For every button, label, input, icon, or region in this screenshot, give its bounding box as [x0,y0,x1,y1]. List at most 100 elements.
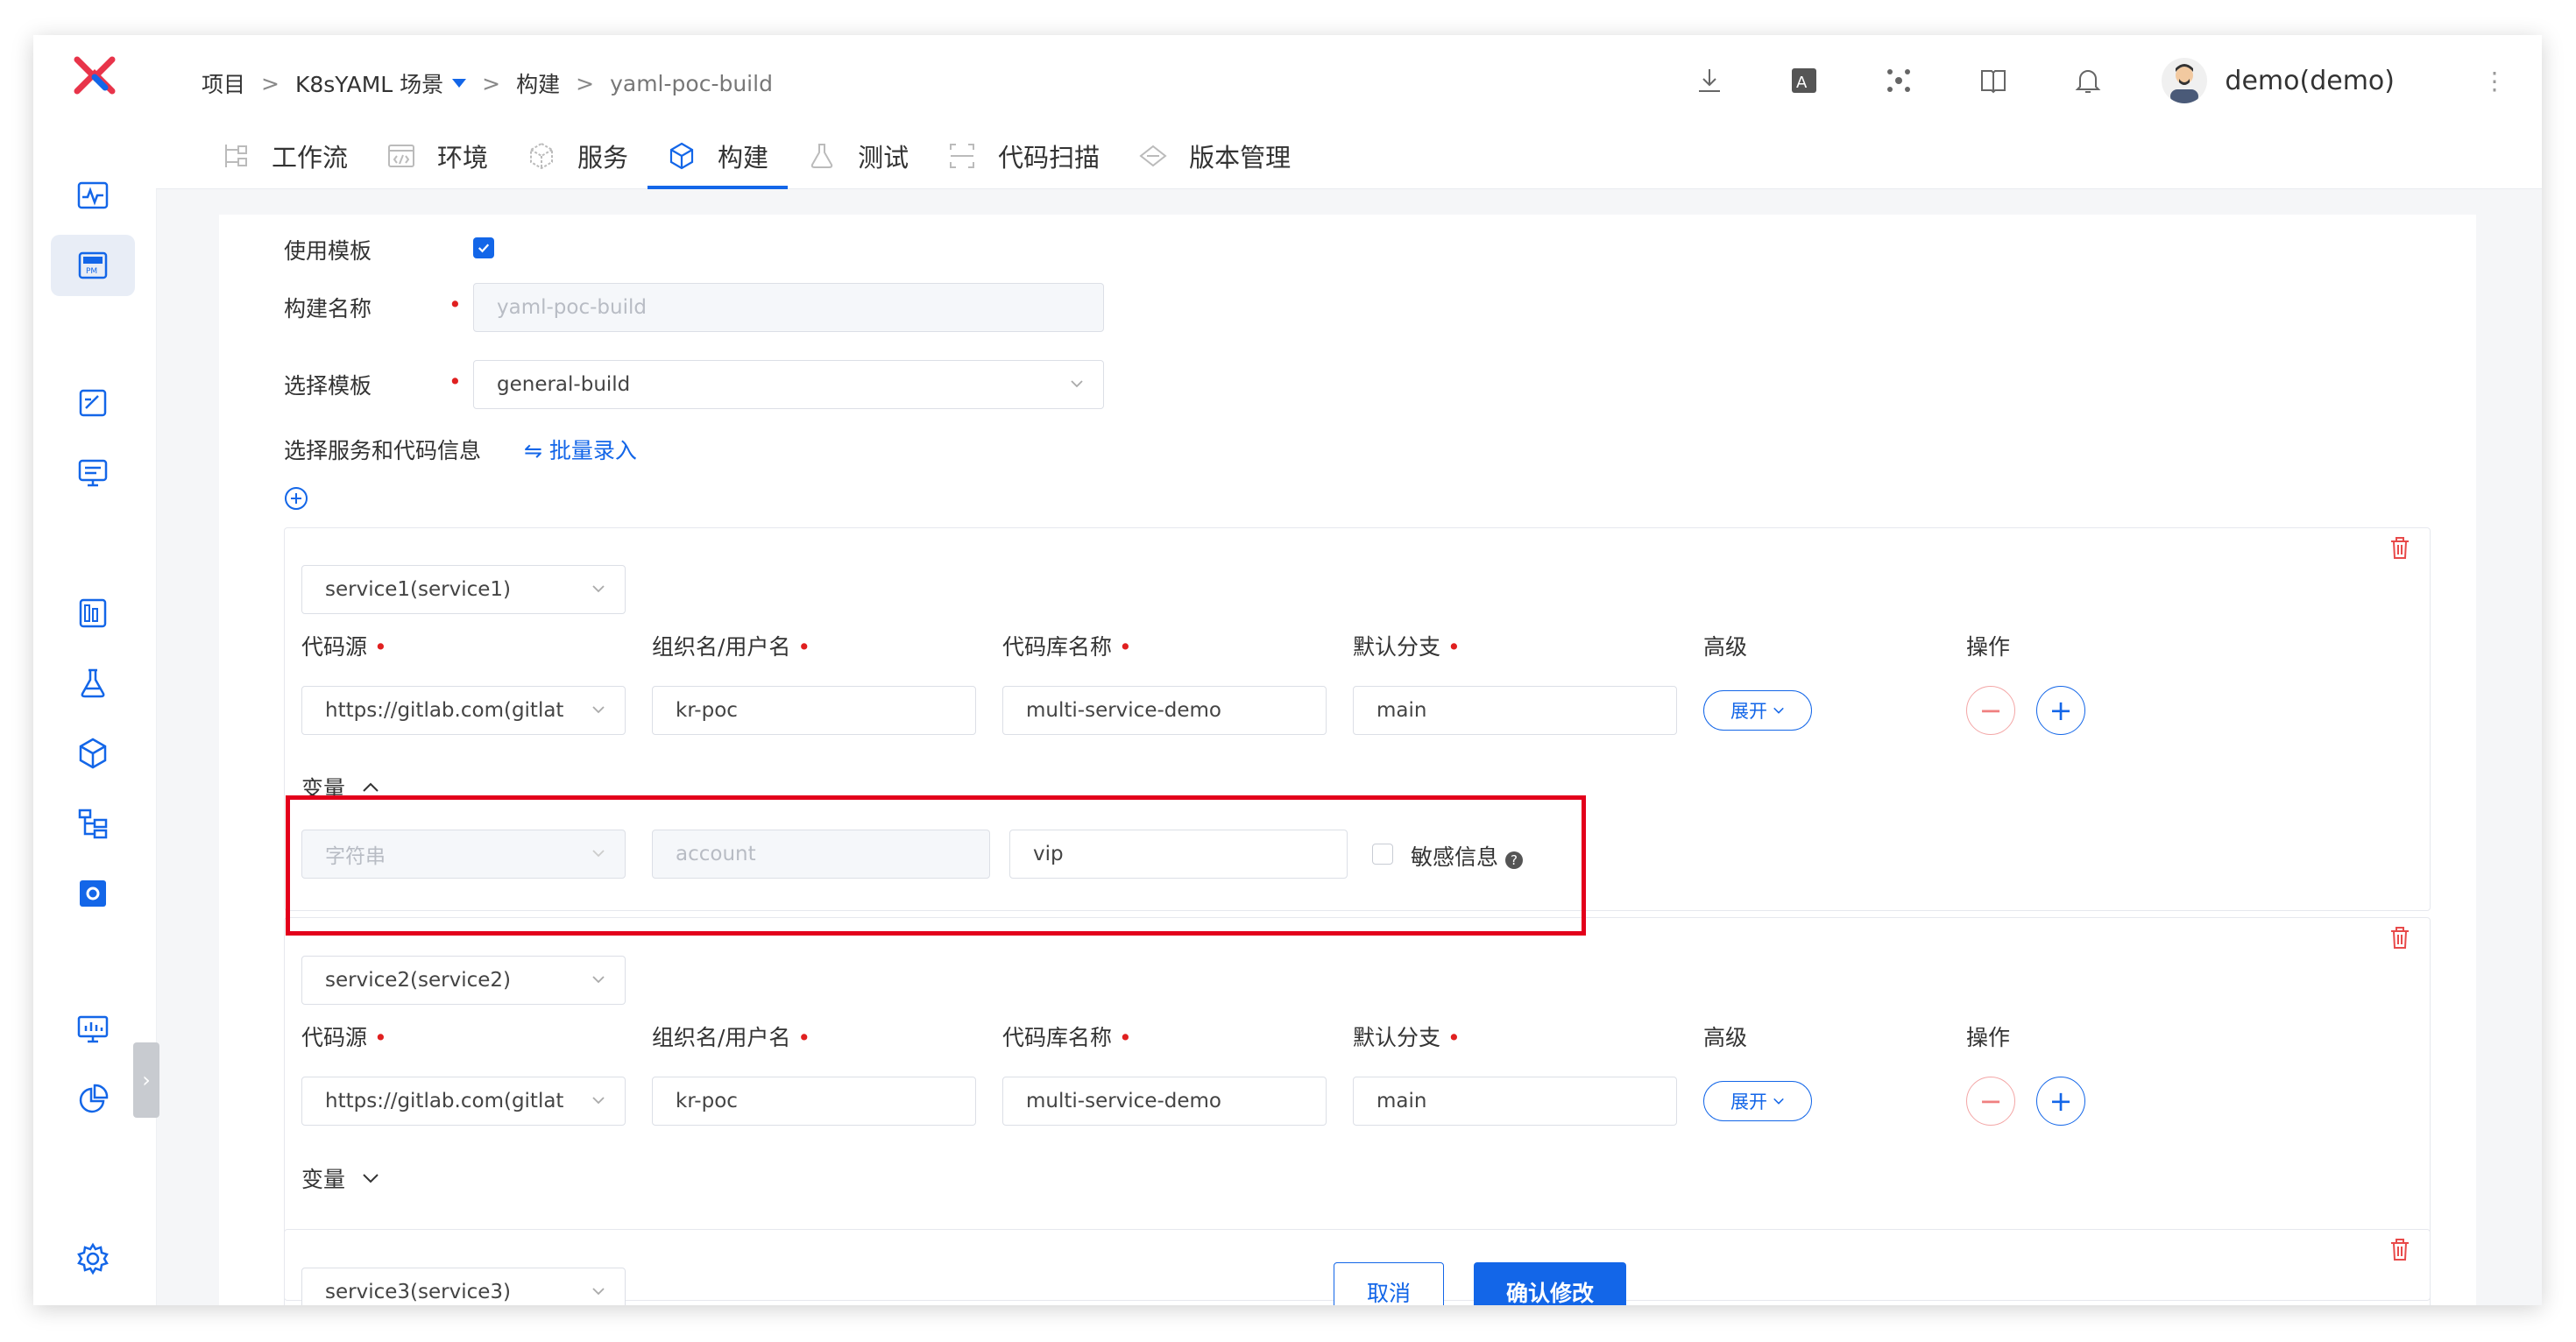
service-select[interactable]: service3(service3) [301,1268,626,1305]
branch-input[interactable]: main [1353,1077,1677,1126]
required-marker: • [373,1025,387,1050]
column-label: 默认分支 [1353,634,1441,660]
required-marker: • [449,292,462,317]
expand-label: 展开 [1730,1091,1767,1112]
svg-text:A: A [1796,74,1808,92]
sidebar-item-release[interactable] [51,442,135,504]
org-input[interactable]: kr-poc [652,1077,976,1126]
sidebar-item-dashboard[interactable] [51,165,135,226]
expand-label: 展开 [1730,701,1767,722]
tab-label: 版本管理 [1189,143,1292,173]
sidebar-item-statistics[interactable] [51,1069,135,1130]
sidebar-item-resources[interactable] [51,793,135,854]
user-avatar[interactable] [2162,58,2208,103]
cancel-button[interactable]: 取消 [1334,1262,1444,1305]
repo-value: multi-service-demo [1026,1090,1221,1112]
service-value: service1(service1) [325,578,511,601]
code-source-select[interactable]: https://gitlab.com(gitlat [301,686,626,735]
sidebar-item-settings[interactable] [51,1228,135,1289]
variable-value-input[interactable]: vip [1009,830,1348,879]
add-repo-button[interactable]: + [2036,1077,2085,1126]
tab-environment[interactable]: 环境 [367,123,507,189]
sidebar-item-testing[interactable] [51,653,135,714]
gear-icon [77,1242,109,1275]
breadcrumb-separator: > [482,70,501,96]
branch-value: main [1376,1090,1427,1112]
delete-trash-icon[interactable] [2387,924,2413,950]
download-button[interactable] [1688,60,1730,102]
dropdown-caret-icon[interactable] [452,79,467,88]
variable-key-input[interactable]: account [652,830,990,879]
sidebar-item-projects[interactable]: PM [51,235,135,296]
sidebar-item-reports[interactable] [51,583,135,644]
sidebar-expand-toggle[interactable]: › [133,1042,159,1118]
download-icon [1699,69,1721,92]
more-menu-icon[interactable]: ⋮ [2482,67,2507,95]
tab-service[interactable]: 服务 [507,123,648,189]
remove-repo-button[interactable]: − [1966,686,2015,735]
sensitive-checkbox[interactable] [1372,844,1393,865]
column-label: 代码库名称 [1002,634,1113,660]
chevron-right-icon: › [142,1068,151,1092]
expand-advanced-button[interactable]: 展开 [1703,690,1812,731]
column-code-source: 代码源 • [301,1021,387,1052]
variable-value: vip [1033,843,1064,865]
sidebar-item-plugins[interactable] [51,863,135,924]
column-org-user: 组织名/用户名 • [652,630,810,661]
chevron-down-icon [592,585,605,593]
user-avatar-icon [2170,64,2199,103]
variable-type-select[interactable]: 字符串 [301,830,626,879]
code-source-select[interactable]: https://gitlab.com(gitlat [301,1077,626,1126]
sidebar-item-tasks[interactable] [51,372,135,434]
test-flask-icon [810,144,833,168]
breadcrumb-current: yaml-poc-build [610,70,773,96]
batch-input-link[interactable]: ⇋ 批量录入 [524,434,637,465]
build-name-input[interactable]: yaml-poc-build [473,283,1104,332]
breadcrumb-project[interactable]: 项目 [202,67,245,99]
variables-toggle[interactable]: 变量 [301,772,380,803]
book-icon [1981,70,2006,94]
tab-version[interactable]: 版本管理 [1119,123,1310,189]
add-repo-button[interactable]: + [2036,686,2085,735]
help-question-icon[interactable]: ? [1505,851,1524,869]
zadig-logo-icon[interactable] [70,51,119,100]
repo-value: multi-service-demo [1026,699,1221,722]
add-service-button[interactable] [284,486,308,511]
remove-repo-button[interactable]: − [1966,1077,2015,1126]
edit-document-icon [79,389,107,417]
template-value: general-build [497,373,631,396]
tab-label: 服务 [577,143,629,173]
service-select[interactable]: service2(service2) [301,956,626,1005]
notifications-button[interactable] [2067,60,2109,102]
docs-button[interactable] [1972,60,2014,102]
column-default-branch: 默认分支 • [1353,630,1461,661]
use-template-checkbox[interactable] [473,237,494,258]
repo-input[interactable]: multi-service-demo [1002,686,1327,735]
translate-button[interactable]: A [1783,60,1825,102]
chevron-down-icon [592,976,605,984]
project-tabs: 工作流 环境 服务 构建 测试 代码扫描 版本管理 [202,123,1310,189]
delete-trash-icon[interactable] [2387,534,2413,561]
tab-workflow[interactable]: 工作流 [202,123,367,189]
tab-build[interactable]: 构建 [648,123,789,189]
plus-icon: + [2049,694,2073,727]
branch-input[interactable]: main [1353,686,1677,735]
variables-toggle[interactable]: 变量 [301,1162,380,1194]
tab-label: 代码扫描 [998,143,1100,173]
tab-code-scan[interactable]: 代码扫描 [928,123,1119,189]
breadcrumb-section[interactable]: 构建 [516,67,560,99]
delete-trash-icon[interactable] [2387,1236,2413,1262]
tab-test[interactable]: 测试 [788,123,928,189]
expand-advanced-button[interactable]: 展开 [1703,1081,1812,1121]
breadcrumb-scene[interactable]: K8sYAML 场景 [295,67,443,99]
topology-button[interactable] [1878,60,1920,102]
sidebar-item-monitor[interactable] [51,999,135,1060]
template-select[interactable]: general-build [473,360,1104,409]
username[interactable]: demo(demo) [2225,66,2395,96]
sidebar-item-artifacts[interactable] [51,723,135,784]
org-input[interactable]: kr-poc [652,686,976,735]
column-repo-name: 代码库名称 • [1002,1021,1132,1052]
service-select[interactable]: service1(service1) [301,565,626,614]
repo-input[interactable]: multi-service-demo [1002,1077,1327,1126]
confirm-button[interactable]: 确认修改 [1474,1262,1626,1305]
